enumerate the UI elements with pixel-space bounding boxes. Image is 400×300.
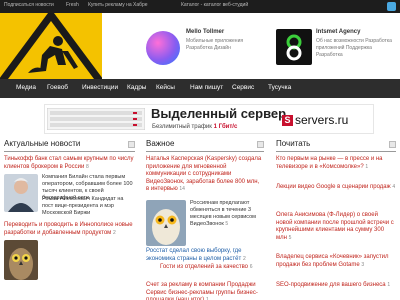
- comment-count: 14: [179, 186, 185, 192]
- banner-subtitle-highlight: 1 Гбит/с: [213, 124, 238, 130]
- news-text-2: Роман Алексеевич Кандидат на пост вице-п…: [42, 196, 124, 216]
- main-nav: Медиа Гоевоб Инвестиции Кадры Кейсы Нам …: [0, 79, 400, 98]
- important-link-2[interactable]: Росстат сделал свою выборку, где экономи…: [146, 248, 264, 263]
- important-link-3[interactable]: Гости из отделений за качество 6: [160, 264, 264, 272]
- column-header: Актуальные новости: [4, 138, 135, 152]
- nav-item-service[interactable]: Сервис: [232, 84, 254, 91]
- twitter-icon[interactable]: [387, 2, 396, 11]
- read-link-3[interactable]: Олега Анисимова (Ф-Лидер) о своей новой …: [276, 212, 396, 242]
- column-title: Важное: [146, 139, 175, 148]
- rss-icon[interactable]: [128, 141, 135, 148]
- news-link-2[interactable]: Переводить и проводить в Иннополисе новы…: [4, 222, 135, 237]
- column-header: Почитать: [276, 138, 396, 152]
- comment-count: 8: [85, 163, 89, 170]
- read-link-5-text: SEO-продвижение для вашего бизнеса: [276, 282, 386, 288]
- nav-item-letters[interactable]: Нам пишут: [190, 84, 223, 91]
- banner-subtitle-prefix: Безлимитный трафик: [152, 124, 212, 130]
- news-link-1[interactable]: Тинькофф банк стал самым крупным по числ…: [4, 156, 135, 171]
- banner-subtitle: Безлимитный трафик 1 Гбит/с: [152, 124, 237, 130]
- nav-item-staff[interactable]: Кадры: [127, 84, 146, 91]
- read-link-2[interactable]: Лекции видео Google в сценарии продаж 4: [276, 184, 396, 192]
- comment-count: 6: [249, 264, 253, 270]
- partner-desc-1: Мобильные приложения Разработка Дизайн: [186, 38, 244, 51]
- read-link-4-text: Владелец сервиса «Кочевник» запустил про…: [276, 254, 389, 268]
- top-link-catalog[interactable]: Каталог - каталог веб-студий: [181, 2, 248, 8]
- column-title: Актуальные новости: [4, 139, 81, 148]
- rss-icon[interactable]: [389, 141, 396, 148]
- read-link-2-text: Лекции видео Google в сценарии продаж: [276, 184, 391, 190]
- comment-count: 2: [112, 229, 116, 236]
- column-header: Важное: [146, 138, 264, 152]
- read-link-1[interactable]: Кто первым на рынке — в прессе и на теле…: [276, 156, 396, 171]
- news-thumb-person[interactable]: [4, 174, 38, 212]
- partner-name-2: Intsmet Agency: [316, 29, 361, 35]
- comment-count: 2: [242, 255, 246, 262]
- partner-block-1[interactable]: Mello Tollmer Мобильные приложения Разра…: [146, 26, 261, 72]
- read-link-5[interactable]: SEO-продвижение для вашего бизнеса 1: [276, 282, 396, 290]
- nav-item-party[interactable]: Тусучка: [268, 84, 291, 91]
- banner-brand: Sservers.ru: [282, 113, 348, 127]
- banner-brand-text: servers.ru: [295, 113, 349, 127]
- nav-item-investments[interactable]: Инвестиции: [82, 84, 118, 91]
- road-work-sign-icon: [0, 13, 102, 79]
- news-link-1-text: Тинькофф банк стал самым крупным по числ…: [4, 156, 134, 170]
- servers-logo-icon: S: [282, 115, 293, 126]
- important-text-1: Россиянам предлагают обменяться в течени…: [190, 200, 264, 228]
- partner-desc-2: Об нас возможности Разработка приложений…: [316, 38, 392, 58]
- important-link-2-text: Росстат сделал свою выборку, где экономи…: [146, 248, 242, 262]
- partner-logo-1: [146, 31, 180, 65]
- column-actual-news: Актуальные новости Тинькофф банк стал са…: [4, 138, 135, 300]
- comment-count: 1: [387, 282, 391, 288]
- important-thumb-owl[interactable]: [146, 200, 186, 246]
- partner-logo-2: [276, 29, 312, 65]
- nav-item-goevob[interactable]: Гоевоб: [47, 84, 68, 91]
- news-thumb-owl[interactable]: [4, 240, 38, 280]
- column-important: Важное Наталья Касперская (Kaspersky) со…: [146, 138, 264, 300]
- comment-count: 4: [392, 184, 396, 190]
- important-link-3-text: Гости из отделений за качество: [160, 264, 249, 270]
- ad-banner[interactable]: Выделенный сервер Безлимитный трафик 1 Г…: [44, 104, 374, 134]
- partner-block-2[interactable]: Intsmet Agency Об нас возможности Разраб…: [276, 26, 396, 72]
- important-link-4[interactable]: Счет за рекламу в компании Продаджи Серв…: [146, 282, 264, 300]
- read-link-3-text: Олега Анисимова (Ф-Лидер) о своей новой …: [276, 212, 394, 241]
- server-rack-icon: [47, 108, 145, 130]
- read-link-4[interactable]: Владелец сервиса «Кочевник» запустил про…: [276, 254, 396, 269]
- nav-item-media[interactable]: Медиа: [16, 84, 36, 91]
- important-link-4-text: Счет за рекламу в компании Продаджи Серв…: [146, 282, 258, 300]
- comment-count: 1: [365, 163, 369, 170]
- column-read: Почитать Кто первым на рынке — в прессе …: [276, 138, 396, 300]
- top-link-subscribe[interactable]: Подписаться новости: [4, 2, 54, 8]
- important-link-1-text: Наталья Касперская (Kaspersky) создала п…: [146, 156, 262, 192]
- top-link-ads[interactable]: Купить рекламу на Хабре: [88, 2, 148, 8]
- nav-item-cases[interactable]: Кейсы: [156, 84, 175, 91]
- comment-count: 3: [361, 261, 365, 268]
- important-text-1-body: Россиянам предлагают обменяться в течени…: [190, 200, 256, 227]
- top-link-fresh[interactable]: Fresh: [66, 2, 79, 8]
- top-bar: Подписаться новости Fresh Купить рекламу…: [0, 0, 400, 13]
- banner-title: Выделенный сервер: [151, 106, 287, 121]
- partner-name-1: Mello Tollmer: [186, 29, 225, 35]
- rss-icon[interactable]: [257, 141, 264, 148]
- important-link-1[interactable]: Наталья Касперская (Kaspersky) создала п…: [146, 156, 264, 194]
- comment-count: 5: [288, 234, 292, 241]
- comment-count: 5: [225, 221, 229, 227]
- column-title: Почитать: [276, 139, 311, 148]
- site-logo[interactable]: [0, 13, 102, 79]
